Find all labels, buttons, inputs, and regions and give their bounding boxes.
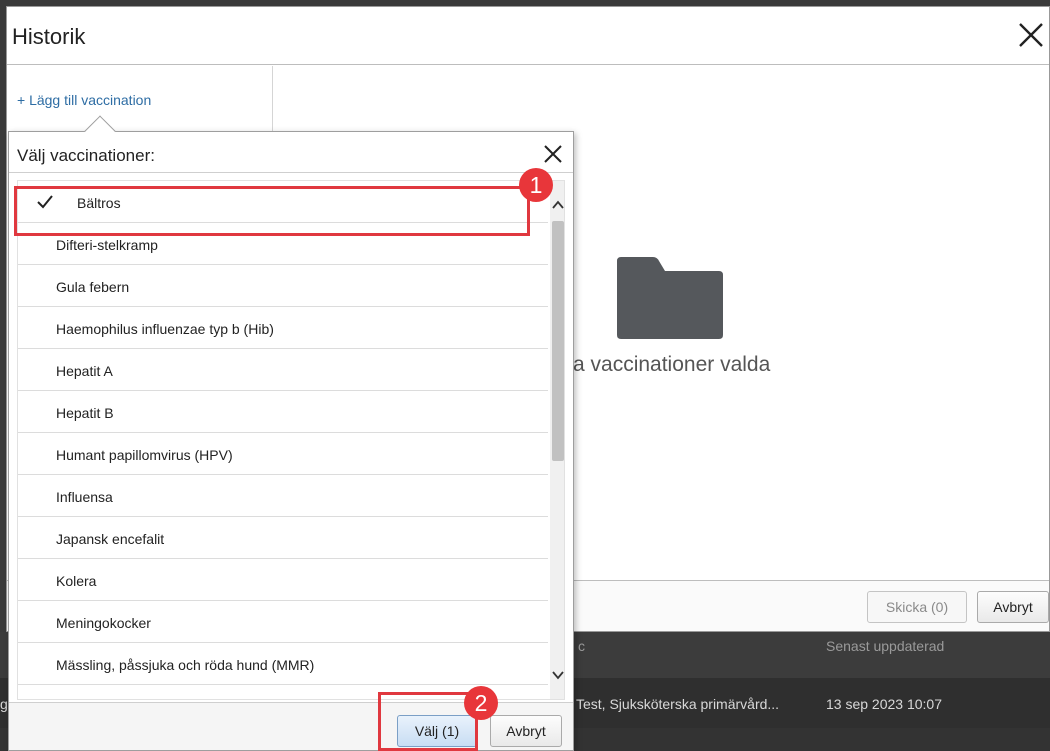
- list-item-6[interactable]: Humant papillomvirus (HPV): [18, 433, 548, 475]
- vaccination-list-items: Bältros Difteri-stelkramp Gula febern Ha…: [18, 181, 548, 685]
- list-item-label: Humant papillomvirus (HPV): [56, 447, 233, 463]
- list-item-4[interactable]: Hepatit A: [18, 349, 548, 391]
- list-item-label: Bältros: [77, 195, 121, 211]
- bg-row-left-text: g: [0, 696, 8, 712]
- popup-title: Välj vaccinationer:: [17, 146, 155, 165]
- list-item-1[interactable]: Difteri-stelkramp: [18, 223, 548, 265]
- step-badge-1: 1: [519, 168, 553, 202]
- list-item-3[interactable]: Haemophilus influenzae typ b (Hib): [18, 307, 548, 349]
- folder-icon: [617, 257, 723, 339]
- list-item-label: Gula febern: [56, 279, 130, 295]
- list-item-label: Difteri-stelkramp: [56, 237, 158, 253]
- list-item-label: Meningokocker: [56, 615, 151, 631]
- list-item-label: Hepatit A: [56, 363, 113, 379]
- list-item-label: Japansk encefalit: [56, 531, 165, 547]
- scrollbar-thumb[interactable]: [552, 221, 564, 461]
- select-vaccinations-popup: Välj vaccinationer: Bältros Difteri-stel…: [8, 115, 574, 751]
- checkmark-icon: [37, 195, 53, 209]
- bg-column-header: c: [578, 638, 585, 654]
- list-item-7[interactable]: Influensa: [18, 475, 548, 517]
- list-item-label: Haemophilus influenzae typ b (Hib): [56, 321, 274, 337]
- cancel-button[interactable]: Avbryt: [977, 591, 1049, 623]
- list-item-label: Mässling, påssjuka och röda hund (MMR): [56, 657, 315, 673]
- divider: [9, 172, 573, 173]
- list-item-9[interactable]: Kolera: [18, 559, 548, 601]
- chevron-down-icon[interactable]: [550, 667, 565, 683]
- vaccination-list[interactable]: Bältros Difteri-stelkramp Gula febern Ha…: [17, 180, 565, 700]
- close-icon[interactable]: [1013, 17, 1049, 53]
- list-item-11[interactable]: Mässling, påssjuka och röda hund (MMR): [18, 643, 548, 685]
- list-item-2[interactable]: Gula febern: [18, 265, 548, 307]
- bg-row-author: Test, Sjuksköterska primärvård...: [576, 696, 780, 712]
- dialog-header: Historik: [7, 7, 1049, 65]
- list-item-label: Influensa: [56, 489, 113, 505]
- close-icon[interactable]: [541, 142, 565, 166]
- popup-cancel-button[interactable]: Avbryt: [490, 715, 562, 747]
- list-item-label: Kolera: [56, 573, 97, 589]
- send-button[interactable]: Skicka (0): [867, 591, 967, 623]
- list-item-5[interactable]: Hepatit B: [18, 391, 548, 433]
- bg-row-date: 13 sep 2023 10:07: [826, 696, 942, 712]
- list-item-8[interactable]: Japansk encefalit: [18, 517, 548, 559]
- empty-state-text: a vaccinationer valda: [573, 353, 771, 376]
- select-button[interactable]: Välj (1): [397, 715, 477, 747]
- bg-column-header-updated: Senast uppdaterad: [826, 638, 945, 654]
- step-badge-2: 2: [464, 686, 498, 720]
- chevron-up-icon[interactable]: [550, 197, 565, 213]
- dialog-title: Historik: [12, 24, 86, 49]
- list-item-label: Hepatit B: [56, 405, 114, 421]
- list-item-10[interactable]: Meningokocker: [18, 601, 548, 643]
- list-item-0[interactable]: Bältros: [18, 181, 548, 223]
- add-vaccination-link[interactable]: + Lägg till vaccination: [17, 92, 151, 108]
- scrollbar[interactable]: [550, 181, 565, 699]
